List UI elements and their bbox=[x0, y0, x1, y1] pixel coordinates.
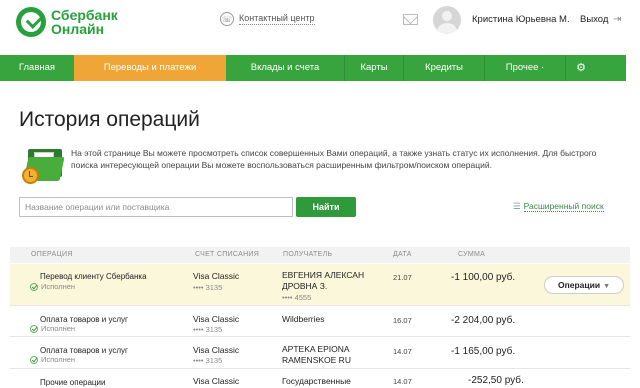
recipient-line2: RAMENSKOE RU bbox=[282, 355, 351, 365]
contact-center-label: Контактный центр bbox=[239, 13, 315, 25]
phone-icon: ☏ bbox=[220, 12, 234, 26]
table-row[interactable]: Перевод клиенту Сбербанка Исполнен Visa … bbox=[10, 264, 630, 306]
account-mask: •••• 3135 bbox=[193, 325, 223, 334]
recipient-line2: ДРОВНА З. bbox=[282, 281, 328, 291]
mail-icon[interactable] bbox=[403, 14, 418, 25]
chevron-down-icon: ▼ bbox=[603, 283, 610, 290]
advanced-search-link[interactable]: ☰ Расширенный поиск bbox=[513, 201, 604, 212]
logo-line1: Сбербанк bbox=[51, 7, 118, 23]
operation-status: Исполнен bbox=[41, 282, 76, 291]
nav-item-credits[interactable]: Кредиты bbox=[404, 55, 484, 81]
col-operation[interactable]: ОПЕРАЦИЯ bbox=[31, 251, 73, 258]
nav-item-cards[interactable]: Карты bbox=[345, 55, 403, 81]
intro-text: На этой странице Вы можете просмотреть с… bbox=[71, 148, 597, 170]
table-header: ОПЕРАЦИЯ СЧЕТ СПИСАНИЯ ПОЛУЧАТЕЛЬ ДАТА С… bbox=[10, 247, 630, 263]
nav-item-transfers[interactable]: Переводы и платежи bbox=[74, 55, 226, 81]
find-button[interactable]: Найти bbox=[296, 197, 356, 217]
operation-status: Исполнен bbox=[41, 324, 76, 333]
status-check-icon bbox=[30, 325, 38, 333]
page-title: История операций bbox=[19, 108, 200, 131]
col-recipient[interactable]: ПОЛУЧАТЕЛЬ bbox=[283, 251, 332, 258]
operation-amount: -1 100,00 руб. bbox=[451, 272, 516, 283]
header: Сбербанк Онлайн ☏ Контактный центр Крист… bbox=[0, 0, 640, 54]
sberbank-logo[interactable]: Сбербанк Онлайн bbox=[16, 7, 118, 37]
operation-amount: -252,50 руб. bbox=[468, 375, 524, 386]
operation-name: Перевод клиенту Сбербанка bbox=[40, 272, 147, 281]
account-name: Visa Classic bbox=[193, 271, 240, 281]
recipient-line1: Wildberries bbox=[282, 314, 325, 324]
operation-date: 14.07 bbox=[393, 377, 412, 386]
nav-item-deposits[interactable]: Вклады и счета bbox=[226, 55, 344, 81]
table-row[interactable]: Оплата товаров и услуг Исполнен Visa Cla… bbox=[10, 307, 630, 337]
nav-item-home[interactable]: Главная bbox=[0, 55, 74, 81]
account-name: Visa Classic bbox=[193, 376, 240, 386]
logout-link[interactable]: Выход bbox=[580, 14, 608, 25]
operation-name: Прочие операции bbox=[40, 378, 106, 387]
user-name[interactable]: Кристина Юрьевна М. bbox=[472, 14, 570, 25]
col-account[interactable]: СЧЕТ СПИСАНИЯ bbox=[195, 251, 259, 258]
account-name: Visa Classic bbox=[193, 314, 240, 324]
settings-gear-icon[interactable]: ⚙ bbox=[566, 55, 596, 81]
contact-center-link[interactable]: ☏ Контактный центр bbox=[220, 12, 315, 26]
history-folder-icon bbox=[22, 149, 66, 187]
recipient-line1: APTEKA EPIONA bbox=[282, 344, 350, 354]
logo-text: Сбербанк Онлайн bbox=[51, 8, 118, 36]
filter-icon: ☰ bbox=[513, 201, 521, 211]
col-amount[interactable]: СУММА bbox=[458, 251, 485, 258]
table-row[interactable]: Прочие операции Visa Classic Государстве… bbox=[10, 370, 630, 388]
operation-amount: -2 204,00 руб. bbox=[451, 315, 516, 326]
search-input[interactable] bbox=[19, 197, 293, 217]
avatar[interactable] bbox=[433, 6, 461, 34]
account-mask: •••• 3135 bbox=[193, 283, 223, 292]
recipient-line1: ЕВГЕНИЯ АЛЕКСАН bbox=[282, 270, 365, 280]
operation-status: Исполнен bbox=[41, 355, 76, 364]
nav-item-other[interactable]: Прочее · bbox=[485, 55, 565, 81]
operations-dropdown-button[interactable]: Операции ▼ bbox=[544, 276, 624, 294]
operation-date: 21.07 bbox=[393, 273, 412, 282]
recipient-line1: Государственные bbox=[282, 376, 351, 386]
logout-icon[interactable]: ⇥ bbox=[613, 14, 621, 25]
sberbank-logo-icon bbox=[16, 7, 46, 37]
operation-date: 16.07 bbox=[393, 316, 412, 325]
main-nav: Главная Переводы и платежи Вклады и счет… bbox=[0, 55, 626, 81]
advanced-search-label: Расширенный поиск bbox=[523, 201, 604, 212]
status-check-icon bbox=[30, 356, 38, 364]
operation-date: 14.07 bbox=[393, 347, 412, 356]
account-mask: •••• 3135 bbox=[193, 356, 223, 365]
table-row[interactable]: Оплата товаров и услуг Исполнен Visa Cla… bbox=[10, 338, 630, 369]
operations-button-label: Операции bbox=[557, 280, 601, 290]
recipient-mask: •••• 4555 bbox=[282, 293, 312, 302]
account-name: Visa Classic bbox=[193, 345, 240, 355]
col-date[interactable]: ДАТА bbox=[393, 251, 412, 258]
operation-amount: -1 165,00 руб. bbox=[451, 346, 516, 357]
clock-icon bbox=[22, 167, 39, 184]
status-check-icon bbox=[30, 283, 38, 291]
logo-line2: Онлайн bbox=[51, 21, 105, 37]
